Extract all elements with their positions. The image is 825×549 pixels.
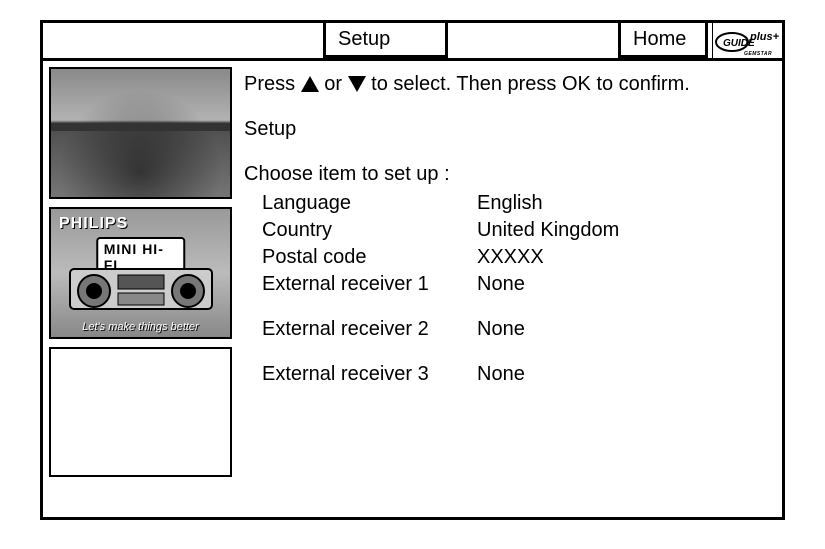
item-value: English bbox=[477, 190, 772, 217]
tab-setup-label: Setup bbox=[338, 28, 390, 51]
item-value: None bbox=[477, 361, 772, 388]
ad-brand: PHILIPS bbox=[59, 215, 128, 233]
item-value: None bbox=[477, 316, 772, 343]
setup-item-country[interactable]: Country United Kingdom bbox=[262, 217, 772, 244]
setup-item-language[interactable]: Language English bbox=[262, 190, 772, 217]
choose-prompt: Choose item to set up : bbox=[244, 161, 772, 188]
item-label: Postal code bbox=[262, 244, 477, 271]
item-label: External receiver 3 bbox=[262, 361, 477, 388]
setup-item-ext-receiver-1[interactable]: External receiver 1 None bbox=[262, 271, 772, 298]
sidebar: PHILIPS MINI HI-FI Let's make things bet… bbox=[43, 61, 238, 517]
boombox-icon bbox=[66, 265, 216, 313]
preview-thumbnail bbox=[49, 67, 232, 199]
tab-home-label: Home bbox=[633, 28, 686, 51]
item-label: External receiver 2 bbox=[262, 316, 477, 343]
svg-text:plus+: plus+ bbox=[749, 31, 780, 43]
advert-thumbnail: PHILIPS MINI HI-FI Let's make things bet… bbox=[49, 207, 232, 339]
item-label: Language bbox=[262, 190, 477, 217]
body-area: PHILIPS MINI HI-FI Let's make things bet… bbox=[43, 61, 782, 517]
item-value: XXXXX bbox=[477, 244, 772, 271]
setup-item-postal-code[interactable]: Postal code XXXXX bbox=[262, 244, 772, 271]
up-arrow-icon bbox=[301, 76, 319, 92]
item-label: External receiver 1 bbox=[262, 271, 477, 298]
instruction-text: Press or to select. Then press OK to con… bbox=[244, 71, 772, 98]
empty-thumbnail bbox=[49, 347, 232, 477]
tv-frame: Setup Home GUIDE plus+ GEMSTAR PHILIPS M… bbox=[40, 20, 785, 520]
down-arrow-icon bbox=[348, 76, 366, 92]
section-title: Setup bbox=[244, 116, 772, 143]
tab-home[interactable]: Home bbox=[618, 23, 708, 58]
tab-setup[interactable]: Setup bbox=[323, 23, 448, 58]
ad-tagline: Let's make things better bbox=[51, 321, 230, 333]
setup-item-ext-receiver-3[interactable]: External receiver 3 None bbox=[262, 361, 772, 388]
item-value: United Kingdom bbox=[477, 217, 772, 244]
guide-plus-logo: GUIDE plus+ GEMSTAR bbox=[712, 23, 782, 58]
setup-item-ext-receiver-2[interactable]: External receiver 2 None bbox=[262, 316, 772, 343]
item-label: Country bbox=[262, 217, 477, 244]
main-panel: Press or to select. Then press OK to con… bbox=[238, 61, 782, 517]
setup-items: Language English Country United Kingdom … bbox=[244, 190, 772, 388]
header-bar: Setup Home GUIDE plus+ GEMSTAR bbox=[43, 23, 782, 61]
item-value: None bbox=[477, 271, 772, 298]
svg-text:GEMSTAR: GEMSTAR bbox=[744, 51, 772, 57]
